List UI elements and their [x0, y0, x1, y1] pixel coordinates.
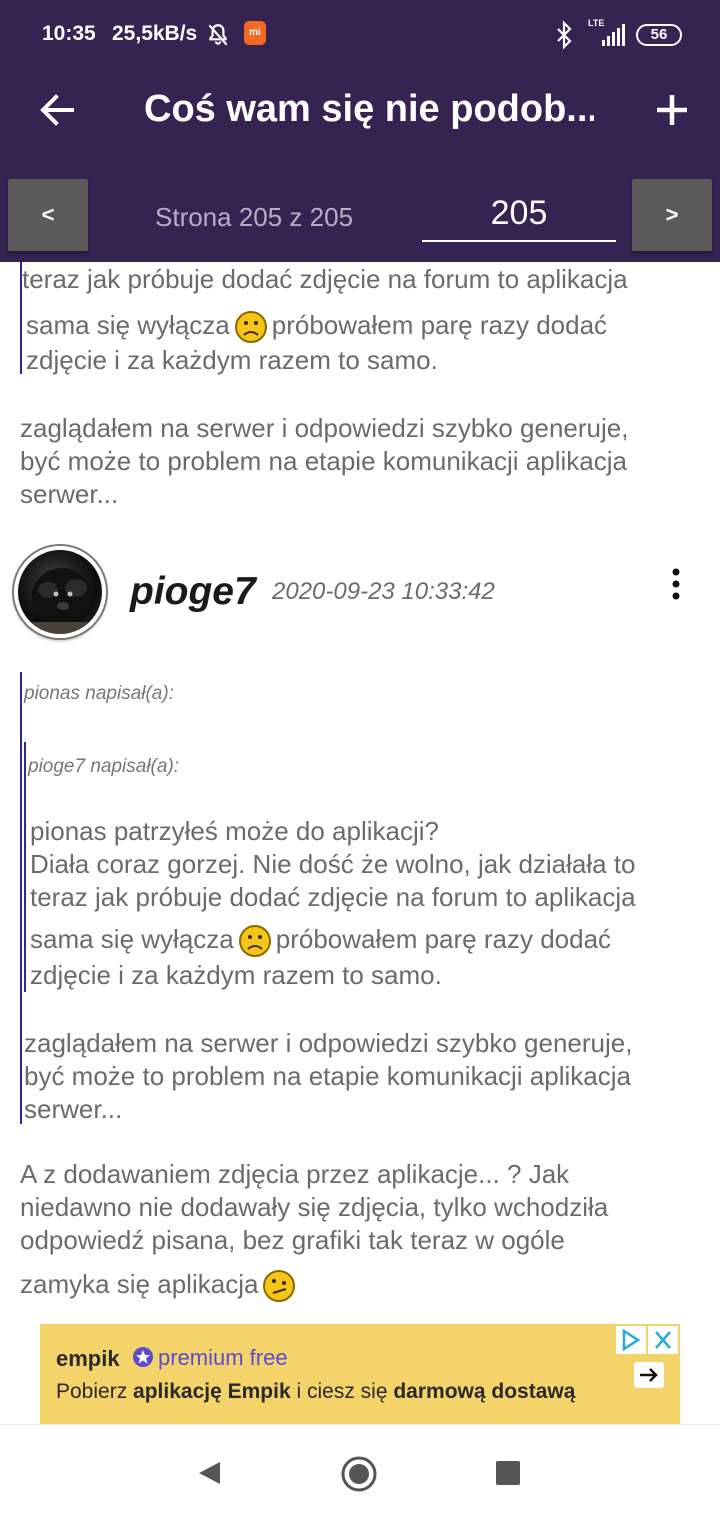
bluetooth-icon [557, 20, 572, 50]
ad-tagline: premium free [158, 1345, 288, 1370]
prev-page-button[interactable]: < [8, 179, 88, 251]
post-body-line: niedawno nie dodawały się zdjęcia, tylko… [20, 1192, 609, 1222]
inner-quote-line: teraz jak próbuje dodać zdjęcie na forum… [30, 882, 636, 912]
page-label: Strona 205 z 205 [155, 202, 354, 232]
next-page-button[interactable]: > [632, 179, 712, 251]
dog-photo-icon [18, 568, 102, 634]
inner-quote-line: sama się wyłącza próbowałem parę razy dod… [30, 923, 611, 958]
mi-app-icon: mi [244, 21, 266, 45]
post-body-line: A z dodawaniem zdjęcia przez aplikacje..… [20, 1159, 570, 1189]
system-nav-bar [0, 1424, 720, 1520]
post-date: 2020-09-23 10:33:42 [272, 578, 495, 605]
status-bar: 10:35 25,5kB/s mi LTE 56 [0, 0, 720, 70]
sad-emoji-icon [234, 311, 267, 344]
outer-quote-line: zaglądałem na serwer i odpowiedzi szybko… [24, 1028, 633, 1058]
ad-choices-icon[interactable] [616, 1326, 646, 1354]
star-badge-icon [133, 1347, 153, 1367]
avatar[interactable] [14, 546, 106, 638]
reply-text-line: serwer... [20, 479, 119, 509]
inner-quote-header: pioge7 napisał(a): [28, 756, 180, 777]
outer-quote-line: być może to problem na etapie komunikacj… [24, 1061, 631, 1091]
inner-quote-line: zdjęcie i za każdym razem to samo. [30, 960, 442, 990]
inner-quote-line: Diała coraz gorzej. Nie dość że wolno, j… [30, 849, 636, 879]
post-body-line: odpowiedź pisana, bez grafiki tak teraz … [20, 1225, 565, 1255]
ad-text: Pobierz aplikację Empik i ciesz się darm… [56, 1380, 576, 1403]
quote-text-line: sama się wyłącza próbowałem parę razy dod… [26, 309, 607, 344]
quote-text-line: zdjęcie i za każdym razem to samo. [26, 345, 438, 375]
nav-back-icon[interactable] [196, 1460, 222, 1486]
battery-indicator: 56 [636, 24, 682, 46]
ad-brand: empik [56, 1346, 120, 1371]
close-icon[interactable] [648, 1326, 678, 1354]
nav-recents-icon[interactable] [496, 1461, 520, 1485]
outer-quote-bar [20, 672, 22, 1124]
reply-text-line: zaglądałem na serwer i odpowiedzi szybko… [20, 413, 629, 443]
app-header: 10:35 25,5kB/s mi LTE 56 Coś wam się nie… [0, 0, 720, 262]
outer-quote-line: serwer... [24, 1094, 123, 1124]
status-time: 10:35 [42, 22, 96, 45]
outer-quote-header: pionas napisał(a): [24, 683, 174, 704]
back-arrow-icon[interactable] [36, 88, 80, 132]
signal-icon [602, 24, 625, 46]
post-body-line: zamyka się aplikacja [20, 1268, 300, 1303]
reply-text-line: być może to problem na etapie komunikacj… [20, 446, 627, 476]
page-navigator: < Strona 205 z 205 205 > [0, 172, 720, 262]
page-title: Coś wam się nie podob... [144, 88, 594, 130]
add-icon[interactable] [648, 86, 696, 134]
inner-quote-bar [24, 742, 26, 992]
post-author[interactable]: pioge7 [130, 570, 256, 614]
arrow-right-icon[interactable] [634, 1362, 664, 1388]
page-number-input[interactable]: 205 [422, 190, 616, 242]
ad-banner[interactable]: empik premium free Pobierz aplikację Emp… [40, 1324, 680, 1424]
sad-emoji-icon [238, 925, 271, 958]
more-vert-icon[interactable] [668, 566, 684, 602]
bell-muted-icon [208, 24, 228, 46]
quote-text-line: teraz jak próbuje dodać zdjęcie na forum… [22, 264, 628, 294]
thinking-emoji-icon [263, 1270, 296, 1303]
inner-quote-line: pionas patrzyłeś może do aplikacji? [30, 816, 439, 846]
nav-home-icon[interactable] [340, 1455, 378, 1493]
post-list[interactable]: teraz jak próbuje dodać zdjęcie na forum… [0, 262, 720, 1324]
status-speed: 25,5kB/s [112, 22, 198, 45]
